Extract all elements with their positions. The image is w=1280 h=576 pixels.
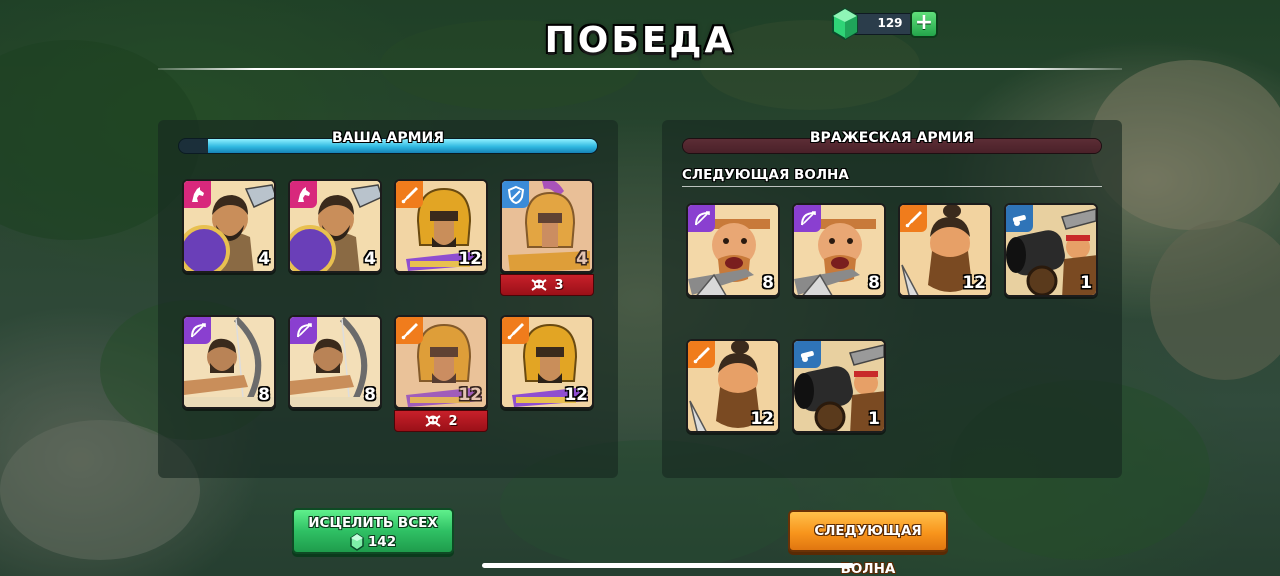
next-wave-heading: СЛЕДУЮЩАЯ ВОЛНА [682,167,849,183]
unit-count: 8 [762,273,774,293]
plus-icon: + [914,10,934,35]
casualties-badge: 2 [394,410,488,432]
cannon-icon [1006,205,1033,232]
next-wave-divider [682,186,1102,187]
gem-icon [832,8,858,40]
bow-icon [290,317,317,344]
enemy-army-label: ВРАЖЕСКАЯ АРМИЯ [809,130,975,146]
unit-count: 1 [868,409,880,429]
horse-icon [290,181,317,208]
casualties-badge: 3 [500,274,594,296]
unit-count: 8 [364,385,376,405]
sword-icon [688,341,715,368]
heal-all-label: ИСЦЕЛИТЬ ВСЕХ [308,515,438,531]
gem-icon [350,533,364,551]
sword-icon [900,205,927,232]
enemy_army-unit-card-cannon[interactable]: 1 [792,339,886,433]
add-gems-button[interactable]: + [910,10,938,38]
cannon-icon [794,341,821,368]
enemy_army-unit-card-barbarian-warrior[interactable]: 12 [898,203,992,297]
title-divider [158,68,1122,70]
sword-icon [396,181,423,208]
player_army-unit-card-swordsman[interactable]: 12 [500,315,594,409]
player_army-unit-card-archer[interactable]: 8 [182,315,276,409]
shield-icon [502,181,529,208]
player_army-unit-card-swordsman[interactable]: 12 [394,315,488,409]
bow-icon [688,205,715,232]
next-wave-button[interactable]: СЛЕДУЮЩАЯ ВОЛНА [788,510,948,576]
sword-icon [396,317,423,344]
unit-count: 4 [364,249,376,269]
unit-count: 4 [576,249,588,269]
player_army-unit-card-cavalry[interactable]: 4 [182,179,276,273]
horse-icon [184,181,211,208]
enemy_army-unit-card-barbarian-warrior[interactable]: 12 [686,339,780,433]
casualties-count: 2 [448,413,458,429]
enemy_army-unit-card-barbarian-archer[interactable]: 8 [686,203,780,297]
bow-icon [184,317,211,344]
player_army-unit-card-archer[interactable]: 8 [288,315,382,409]
player-army-panel: ВАША АРМИЯ [158,120,618,478]
unit-count: 1 [1080,273,1092,293]
unit-count: 8 [868,273,880,293]
unit-count: 12 [458,249,482,269]
bow-icon [794,205,821,232]
enemy_army-unit-card-barbarian-archer[interactable]: 8 [792,203,886,297]
player_army-unit-card-hoplite[interactable]: 4 [500,179,594,273]
heal-all-button[interactable]: ИСЦЕЛИТЬ ВСЕХ 142 [292,508,454,554]
unit-count: 12 [458,385,482,405]
unit-count: 12 [750,409,774,429]
unit-count: 8 [258,385,270,405]
player-army-label: ВАША АРМИЯ [331,130,445,146]
enemy_army-unit-card-cannon[interactable]: 1 [1004,203,1098,297]
gem-counter: 129 + [830,8,940,40]
sword-icon [502,317,529,344]
unit-count: 4 [258,249,270,269]
player_army-unit-card-cavalry[interactable]: 4 [288,179,382,273]
casualties-count: 3 [554,277,564,293]
skull-icon [425,415,442,427]
player_army-unit-card-swordsman[interactable]: 12 [394,179,488,273]
skull-icon [531,279,548,291]
unit-count: 12 [962,273,986,293]
home-indicator [482,563,854,568]
heal-all-cost-value: 142 [367,534,397,550]
unit-count: 12 [564,385,588,405]
heal-all-cost: 142 [294,533,452,551]
victory-title: ПОБЕДА [544,20,736,61]
